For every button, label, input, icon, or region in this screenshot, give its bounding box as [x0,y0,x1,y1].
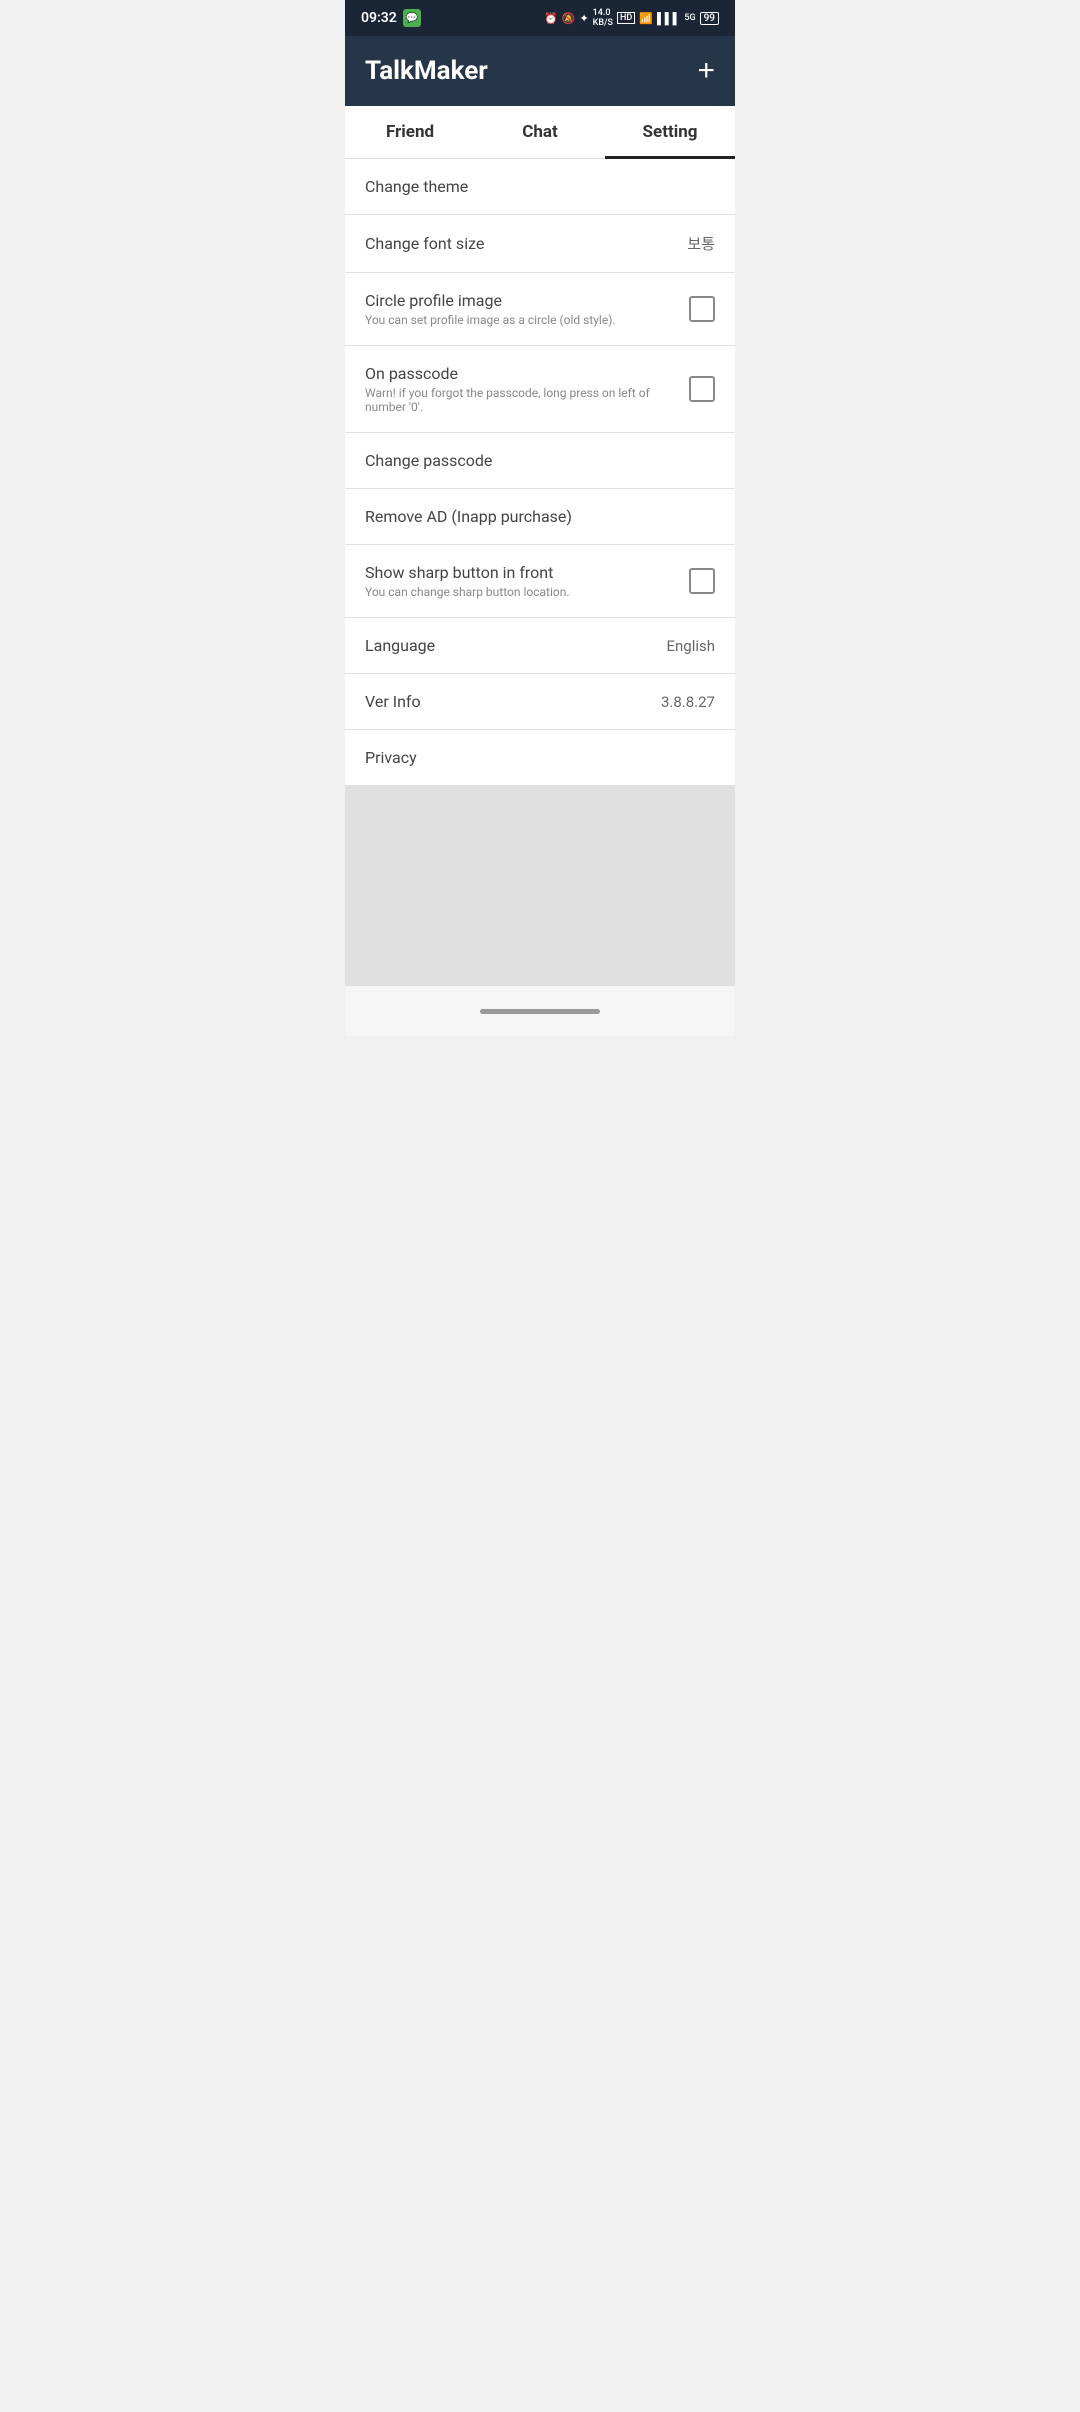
home-bar-area [345,986,735,1036]
setting-item-change-theme[interactable]: Change theme [345,159,735,215]
mute-icon: 🔕 [562,12,576,25]
setting-item-privacy[interactable]: Privacy [345,730,735,786]
tab-bar: Friend Chat Setting [345,106,735,159]
setting-item-change-font-size[interactable]: Change font size보통 [345,215,735,273]
checkbox-show-sharp-button[interactable] [689,568,715,594]
setting-label-circle-profile-image: Circle profile image [365,291,689,310]
setting-sublabel-circle-profile-image: You can set profile image as a circle (o… [365,313,689,327]
setting-item-ver-info[interactable]: Ver Info3.8.8.27 [345,674,735,730]
chat-notification-icon: 💬 [403,9,421,27]
setting-label-language: Language [365,636,666,655]
setting-label-change-passcode: Change passcode [365,451,715,470]
setting-sublabel-on-passcode: Warn! if you forgot the passcode, long p… [365,386,689,414]
settings-list: Change themeChange font size보통Circle pro… [345,159,735,786]
setting-label-privacy: Privacy [365,748,715,767]
add-button[interactable]: + [697,56,715,86]
setting-item-circle-profile-image[interactable]: Circle profile image You can set profile … [345,273,735,346]
setting-value-language: English [666,637,715,655]
status-icons: ⏰ 🔕 ✦ 14.0KB/S HD 📶 ▌▌▌ 5G 99 [544,8,719,28]
status-bar: 09:32 💬 ⏰ 🔕 ✦ 14.0KB/S HD 📶 ▌▌▌ 5G 99 [345,0,735,36]
tab-friend[interactable]: Friend [345,106,475,158]
checkbox-on-passcode[interactable] [689,376,715,402]
setting-label-show-sharp-button: Show sharp button in front [365,563,689,582]
setting-sublabel-show-sharp-button: You can change sharp button location. [365,585,689,599]
setting-label-change-font-size: Change font size [365,234,687,253]
setting-item-language[interactable]: LanguageEnglish [345,618,735,674]
signal-icon: ▌▌▌ [657,12,680,25]
setting-item-remove-ad[interactable]: Remove AD (Inapp purchase) [345,489,735,545]
setting-item-change-passcode[interactable]: Change passcode [345,433,735,489]
checkbox-circle-profile-image[interactable] [689,296,715,322]
hd-icon: HD [617,12,635,24]
setting-label-change-theme: Change theme [365,177,715,196]
wifi-icon: 📶 [639,12,653,25]
setting-label-remove-ad: Remove AD (Inapp purchase) [365,507,715,526]
signal2-icon: 5G [684,13,695,23]
app-header: TalkMaker + [345,36,735,106]
data-speed: 14.0KB/S [593,8,613,28]
tab-chat[interactable]: Chat [475,106,605,158]
setting-value-change-font-size: 보통 [687,233,715,254]
setting-item-show-sharp-button[interactable]: Show sharp button in front You can change… [345,545,735,618]
setting-value-ver-info: 3.8.8.27 [661,693,715,711]
status-time: 09:32 [361,10,397,26]
bluetooth-icon: ✦ [579,12,588,25]
setting-label-ver-info: Ver Info [365,692,661,711]
setting-item-on-passcode[interactable]: On passcode Warn! if you forgot the passc… [345,346,735,433]
battery-icon: 99 [700,12,719,25]
alarm-icon: ⏰ [544,12,558,25]
app-title: TalkMaker [365,56,488,86]
bottom-area [345,786,735,986]
tab-setting[interactable]: Setting [605,106,735,158]
setting-label-on-passcode: On passcode [365,364,689,383]
home-bar [480,1009,600,1014]
